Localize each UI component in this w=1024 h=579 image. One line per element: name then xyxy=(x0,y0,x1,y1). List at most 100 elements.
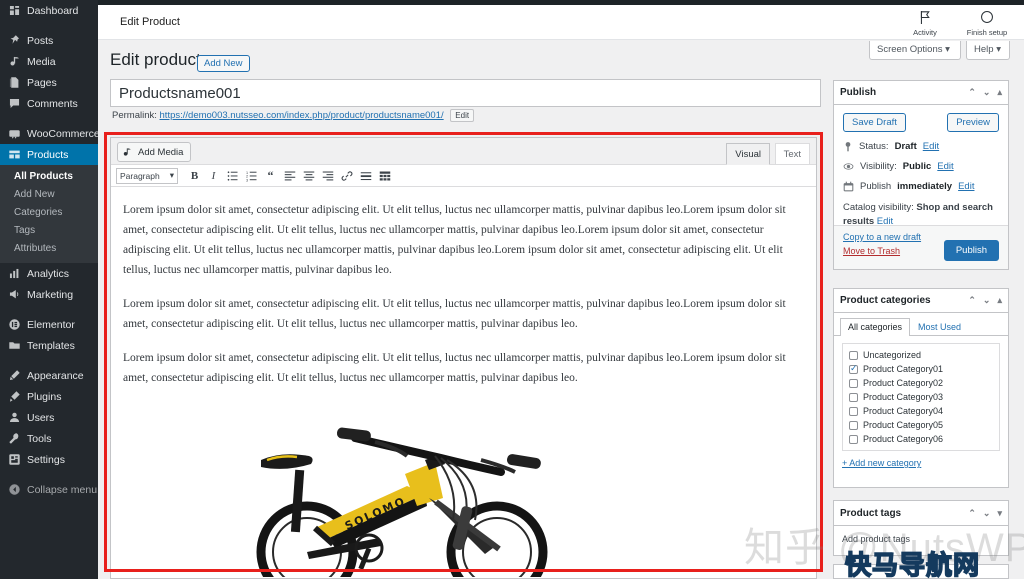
sidebar-item-analytics[interactable]: Analytics xyxy=(0,263,98,284)
category-row[interactable]: Product Category02 xyxy=(849,376,999,390)
toggle-panel-icon[interactable]: ▴ xyxy=(997,295,1002,306)
editor-content-area[interactable]: Lorem ipsum dolor sit amet, consectetur … xyxy=(111,187,816,578)
tab-all-categories[interactable]: All categories xyxy=(840,318,911,336)
toggle-panel-icon[interactable]: ▴ xyxy=(997,87,1002,98)
category-row[interactable]: Product Category01 xyxy=(849,362,999,376)
category-label: Product Category01 xyxy=(863,364,944,374)
sidebar-item-products[interactable]: Products xyxy=(0,144,98,165)
save-draft-button[interactable]: Save Draft xyxy=(843,113,906,132)
blockquote-icon[interactable]: “ xyxy=(261,167,280,185)
sidebar-item-posts[interactable]: Posts xyxy=(0,30,98,51)
product-tags-panel: Product tags ⌃ ⌄ ▾ xyxy=(833,500,1009,526)
sidebar-item-comments[interactable]: Comments xyxy=(0,93,98,114)
add-media-button[interactable]: Add Media xyxy=(117,142,192,162)
help-button[interactable]: Help ▾ xyxy=(966,41,1010,60)
finish-setup-button[interactable]: Finish setup xyxy=(956,8,1018,37)
link-icon[interactable] xyxy=(337,167,356,185)
category-row[interactable]: Uncategorized xyxy=(849,348,999,362)
product-description-editor: Add Media Visual Text Paragraph ▾ B I 12… xyxy=(110,137,817,579)
sidebar-item-dashboard[interactable]: Dashboard xyxy=(0,0,98,21)
align-right-icon[interactable] xyxy=(318,167,337,185)
submenu-item-all-products[interactable]: All Products xyxy=(0,168,98,186)
category-row[interactable]: Product Category04 xyxy=(849,404,999,418)
category-row[interactable]: Product Category05 xyxy=(849,418,999,432)
move-down-icon[interactable]: ⌄ xyxy=(983,295,991,306)
submenu-item-add-new[interactable]: Add New xyxy=(0,186,98,204)
bulleted-list-icon[interactable] xyxy=(223,167,242,185)
sidebar-item-users[interactable]: Users xyxy=(0,407,98,428)
italic-icon[interactable]: I xyxy=(204,167,223,185)
sidebar-item-appearance[interactable]: Appearance xyxy=(0,365,98,386)
move-down-icon[interactable]: ⌄ xyxy=(983,508,991,519)
appearance-icon xyxy=(7,369,21,383)
analytics-icon xyxy=(7,267,21,281)
move-up-icon[interactable]: ⌃ xyxy=(968,295,976,306)
sidebar-item-woocommerce[interactable]: WooCommerce xyxy=(0,123,98,144)
visibility-edit-link[interactable]: Edit xyxy=(937,161,953,172)
editor-paragraph: Lorem ipsum dolor sit amet, consectetur … xyxy=(123,352,786,384)
category-checkbox[interactable] xyxy=(849,362,858,374)
tab-most-used[interactable]: Most Used xyxy=(910,318,969,335)
tab-text[interactable]: Text xyxy=(774,143,810,165)
add-new-button[interactable]: Add New xyxy=(197,55,250,72)
category-checkbox[interactable] xyxy=(849,434,858,444)
activity-button[interactable]: Activity xyxy=(902,8,948,37)
toggle-panel-icon[interactable]: ▾ xyxy=(997,508,1002,519)
pages-icon xyxy=(7,76,21,90)
move-down-icon[interactable]: ⌄ xyxy=(983,87,991,98)
publish-time-edit-link[interactable]: Edit xyxy=(958,181,974,192)
status-edit-link[interactable]: Edit xyxy=(923,141,939,152)
category-checkbox[interactable] xyxy=(849,420,858,430)
sidebar-item-media[interactable]: Media xyxy=(0,51,98,72)
publish-button[interactable]: Publish xyxy=(943,240,999,261)
permalink-label: Permalink: xyxy=(112,110,157,121)
tags-panel-body: Add product tags xyxy=(833,526,1009,556)
sidebar-item-plugins[interactable]: Plugins xyxy=(0,386,98,407)
submenu-item-attributes[interactable]: Attributes xyxy=(0,240,98,258)
category-checkbox[interactable] xyxy=(849,392,858,402)
align-center-icon[interactable] xyxy=(299,167,318,185)
align-left-icon[interactable] xyxy=(280,167,299,185)
submenu-item-tags[interactable]: Tags xyxy=(0,222,98,240)
category-row[interactable]: Product Category03 xyxy=(849,390,999,404)
paragraph-format-select[interactable]: Paragraph ▾ xyxy=(116,167,178,184)
editor-paragraph: Lorem ipsum dolor sit amet, consectetur … xyxy=(123,204,786,276)
sidebar-item-templates[interactable]: Templates xyxy=(0,335,98,356)
bold-icon[interactable]: B xyxy=(185,167,204,185)
permalink-url[interactable]: https://demo003.nutsseo.com/index.php/pr… xyxy=(160,110,444,121)
submenu-item-categories[interactable]: Categories xyxy=(0,204,98,222)
sidebar-item-settings[interactable]: Settings xyxy=(0,449,98,470)
numbered-list-icon[interactable]: 123 xyxy=(242,167,261,185)
finish-setup-label: Finish setup xyxy=(966,28,1008,37)
sidebar-item-elementor[interactable]: Elementor xyxy=(0,314,98,335)
product-image-bicycle[interactable]: SOLOMO xyxy=(229,402,609,577)
sidebar-item-pages[interactable]: Pages xyxy=(0,72,98,93)
sidebar-label: Posts xyxy=(27,34,54,47)
tab-visual[interactable]: Visual xyxy=(726,143,770,165)
category-row[interactable]: Product Category06 xyxy=(849,432,999,446)
sidebar-item-marketing[interactable]: Marketing xyxy=(0,284,98,305)
tags-panel-title: Product tags xyxy=(840,507,902,519)
permalink-edit-button[interactable]: Edit xyxy=(450,109,475,122)
preview-button[interactable]: Preview xyxy=(947,113,999,132)
screen-options-button[interactable]: Screen Options ▾ xyxy=(869,41,961,60)
move-up-icon[interactable]: ⌃ xyxy=(968,508,976,519)
sidebar-item-tools[interactable]: Tools xyxy=(0,428,98,449)
toolbar-toggle-icon[interactable] xyxy=(375,167,394,185)
tools-icon xyxy=(7,432,21,446)
add-new-category-link[interactable]: + Add new category xyxy=(842,458,1008,468)
product-title-input[interactable] xyxy=(110,79,821,107)
category-label: Product Category05 xyxy=(863,420,944,430)
sidebar-label: Products xyxy=(27,148,69,161)
read-more-icon[interactable] xyxy=(356,167,375,185)
category-checkbox[interactable] xyxy=(849,378,858,388)
sidebar-item-collapse-menu[interactable]: Collapse menu xyxy=(0,479,98,500)
products-icon xyxy=(7,148,21,162)
sidebar-label: Plugins xyxy=(27,390,62,403)
category-checkbox[interactable] xyxy=(849,406,858,416)
help-label: Help xyxy=(974,44,994,55)
category-checkbox[interactable] xyxy=(849,350,858,360)
move-up-icon[interactable]: ⌃ xyxy=(968,87,976,98)
